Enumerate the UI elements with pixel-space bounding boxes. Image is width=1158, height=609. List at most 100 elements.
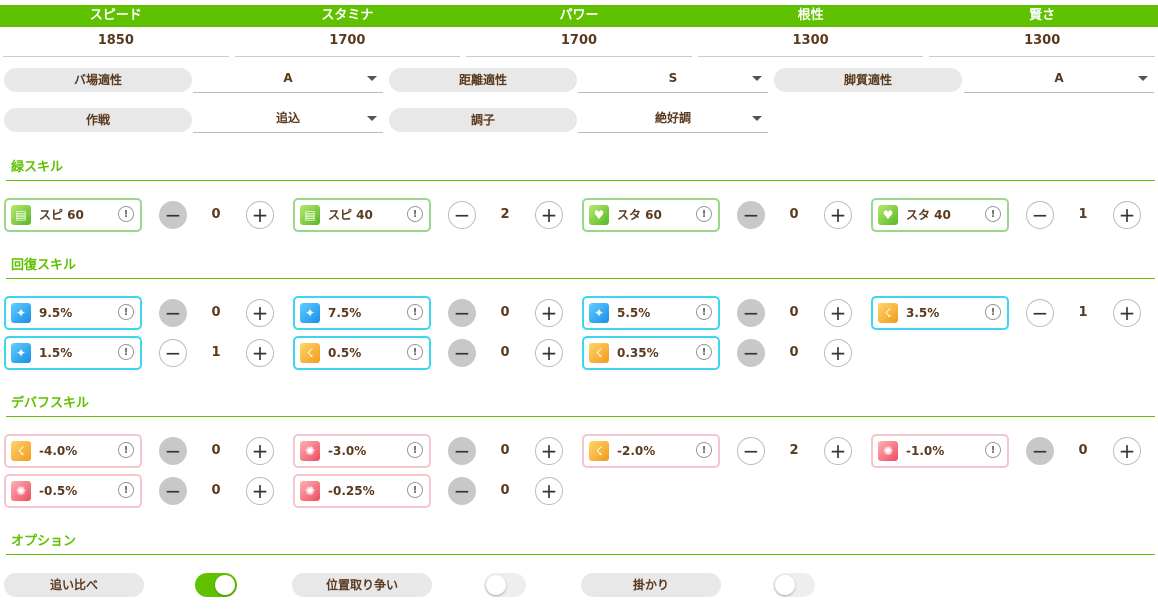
decrement-button[interactable]: −	[1026, 437, 1054, 465]
decrement-button[interactable]: −	[737, 437, 765, 465]
increment-button[interactable]: +	[246, 339, 274, 367]
info-icon[interactable]: !	[118, 482, 134, 498]
skill-chip[interactable]: ✦ 1.5%!	[4, 336, 142, 370]
increment-button[interactable]: +	[535, 339, 563, 367]
decrement-button[interactable]: −	[448, 477, 476, 505]
increment-button[interactable]: +	[824, 339, 852, 367]
skill-count: 1	[1078, 207, 1088, 222]
decrement-button[interactable]: −	[737, 339, 765, 367]
skill-label: 5.5%	[617, 306, 651, 320]
strategy-label: 作戦	[4, 108, 192, 132]
toggle-ichidori[interactable]	[484, 573, 526, 597]
decrement-button[interactable]: −	[159, 201, 187, 229]
burst-icon: ✺	[300, 481, 320, 501]
skill-chip[interactable]: ☇ -2.0%!	[582, 434, 720, 468]
info-icon[interactable]: !	[985, 206, 1001, 222]
heart-icon: ♥	[589, 205, 609, 225]
stat-input-wisdom[interactable]: 1300	[929, 27, 1155, 57]
increment-button[interactable]: +	[824, 437, 852, 465]
condition-label: 調子	[389, 108, 577, 132]
skill-label: 7.5%	[328, 306, 362, 320]
baba-aptitude-select[interactable]: A	[193, 66, 383, 93]
increment-button[interactable]: +	[1113, 201, 1141, 229]
strategy-select[interactable]: 追込	[193, 106, 383, 133]
info-icon[interactable]: !	[118, 344, 134, 360]
decrement-button[interactable]: −	[159, 437, 187, 465]
stat-header-guts: 根性	[797, 8, 824, 23]
increment-button[interactable]: +	[1113, 299, 1141, 327]
increment-button[interactable]: +	[1113, 437, 1141, 465]
increment-button[interactable]: +	[535, 201, 563, 229]
skill-count: 2	[500, 207, 510, 222]
decrement-button[interactable]: −	[737, 201, 765, 229]
info-icon[interactable]: !	[407, 482, 423, 498]
condition-select[interactable]: 絶好調	[578, 106, 768, 133]
runner-icon: ☇	[11, 441, 31, 461]
info-icon[interactable]: !	[407, 344, 423, 360]
stat-input-speed[interactable]: 1850	[3, 27, 229, 57]
skill-chip[interactable]: ✺ -1.0%!	[871, 434, 1009, 468]
skill-chip[interactable]: ✦ 9.5%!	[4, 296, 142, 330]
sparkle-icon: ✦	[11, 343, 31, 363]
toggle-oikurabe[interactable]	[195, 573, 237, 597]
skill-count: 1	[211, 345, 221, 360]
skill-chip[interactable]: ✺ -3.0%!	[293, 434, 431, 468]
increment-button[interactable]: +	[824, 201, 852, 229]
skill-label: スタ 40	[906, 208, 951, 222]
info-icon[interactable]: !	[985, 442, 1001, 458]
skill-label: -3.0%	[328, 444, 367, 458]
stat-input-stamina[interactable]: 1700	[234, 27, 461, 57]
skill-label: -2.0%	[617, 444, 656, 458]
info-icon[interactable]: !	[118, 206, 134, 222]
decrement-button[interactable]: −	[448, 201, 476, 229]
increment-button[interactable]: +	[246, 201, 274, 229]
info-icon[interactable]: !	[696, 304, 712, 320]
increment-button[interactable]: +	[246, 437, 274, 465]
increment-button[interactable]: +	[246, 477, 274, 505]
condition-value: 絶好調	[654, 111, 691, 125]
stat-input-power[interactable]: 1700	[466, 27, 692, 57]
increment-button[interactable]: +	[824, 299, 852, 327]
skill-chip[interactable]: ▤ スピ 60!	[4, 198, 142, 232]
skill-chip[interactable]: ☇ -4.0%!	[4, 434, 142, 468]
decrement-button[interactable]: −	[448, 437, 476, 465]
info-icon[interactable]: !	[118, 442, 134, 458]
skill-chip[interactable]: ☇ 0.35%!	[582, 336, 720, 370]
skill-label: スピ 40	[328, 208, 373, 222]
skill-chip[interactable]: ♥ スタ 60!	[582, 198, 720, 232]
decrement-button[interactable]: −	[1026, 299, 1054, 327]
skill-chip[interactable]: ✦ 5.5%!	[582, 296, 720, 330]
decrement-button[interactable]: −	[159, 299, 187, 327]
skill-chip[interactable]: ☇ 0.5%!	[293, 336, 431, 370]
skill-chip[interactable]: ✺ -0.5%!	[4, 474, 142, 508]
style-aptitude-select[interactable]: A	[964, 66, 1154, 93]
decrement-button[interactable]: −	[737, 299, 765, 327]
decrement-button[interactable]: −	[159, 477, 187, 505]
decrement-button[interactable]: −	[448, 339, 476, 367]
skill-chip[interactable]: ✦ 7.5%!	[293, 296, 431, 330]
increment-button[interactable]: +	[535, 299, 563, 327]
increment-button[interactable]: +	[246, 299, 274, 327]
skill-chip[interactable]: ♥ スタ 40!	[871, 198, 1009, 232]
skill-chip[interactable]: ▤ スピ 40!	[293, 198, 431, 232]
info-icon[interactable]: !	[696, 442, 712, 458]
decrement-button[interactable]: −	[1026, 201, 1054, 229]
info-icon[interactable]: !	[407, 442, 423, 458]
info-icon[interactable]: !	[407, 206, 423, 222]
distance-aptitude-label: 距離適性	[389, 68, 577, 92]
decrement-button[interactable]: −	[159, 339, 187, 367]
info-icon[interactable]: !	[118, 304, 134, 320]
info-icon[interactable]: !	[696, 344, 712, 360]
increment-button[interactable]: +	[535, 437, 563, 465]
info-icon[interactable]: !	[985, 304, 1001, 320]
info-icon[interactable]: !	[696, 206, 712, 222]
info-icon[interactable]: !	[407, 304, 423, 320]
stat-input-guts[interactable]: 1300	[697, 27, 924, 57]
skill-chip[interactable]: ☇ 3.5%!	[871, 296, 1009, 330]
distance-aptitude-select[interactable]: S	[578, 66, 768, 93]
increment-button[interactable]: +	[535, 477, 563, 505]
skill-label: 0.35%	[617, 346, 659, 360]
decrement-button[interactable]: −	[448, 299, 476, 327]
skill-chip[interactable]: ✺ -0.25%!	[293, 474, 431, 508]
toggle-kakari[interactable]	[773, 573, 815, 597]
